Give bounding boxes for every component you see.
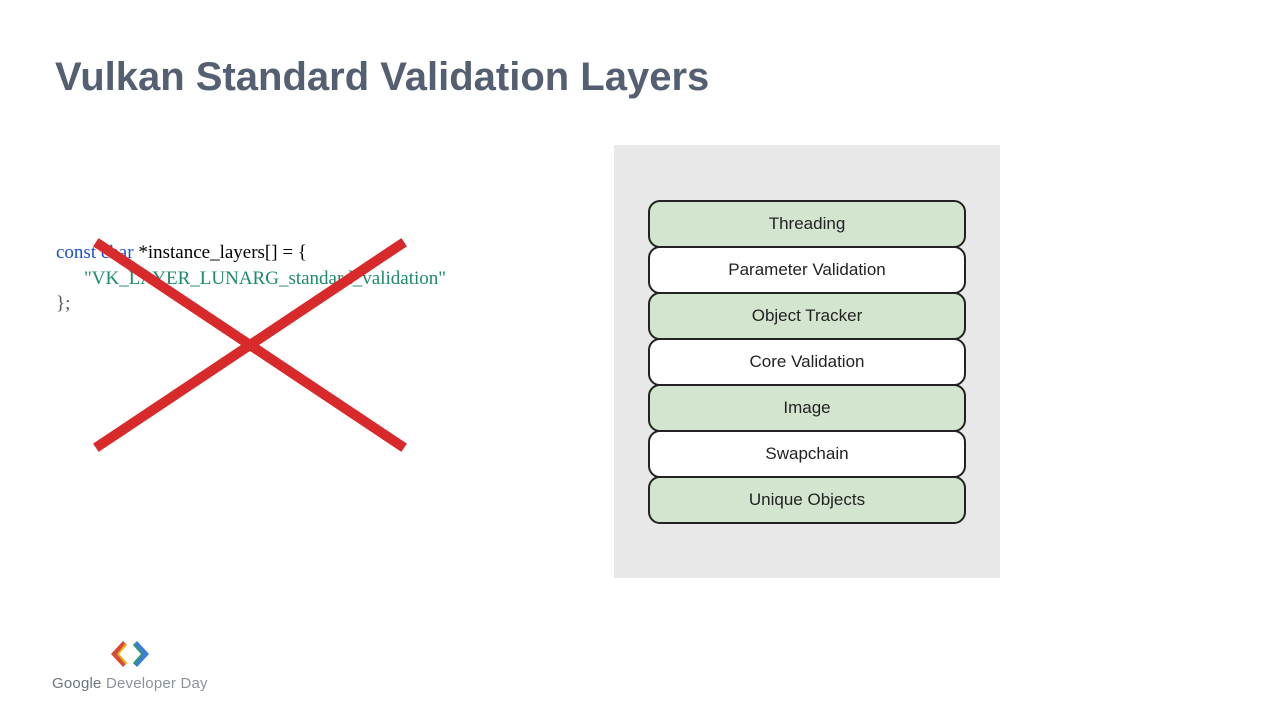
code-line-3: };: [56, 291, 506, 317]
code-snippet-block: const char *instance_layers[] = { "VK_LA…: [56, 240, 506, 317]
code-keyword: const char: [56, 242, 134, 263]
layer-item: Unique Objects: [648, 476, 966, 524]
layer-item: Image: [648, 384, 966, 432]
layers-panel: Threading Parameter Validation Object Tr…: [614, 145, 1000, 578]
layer-item: Parameter Validation: [648, 246, 966, 294]
layer-item: Core Validation: [648, 338, 966, 386]
footer-text: Google Developer Day: [52, 675, 208, 692]
layer-item: Swapchain: [648, 430, 966, 478]
footer-event: Developer Day: [102, 675, 208, 692]
layer-item: Threading: [648, 200, 966, 248]
footer-logo: Google Developer Day: [52, 637, 208, 692]
footer-brand: Google: [52, 675, 102, 692]
code-block: const char *instance_layers[] = { "VK_LA…: [56, 240, 506, 317]
layer-item: Object Tracker: [648, 292, 966, 340]
layer-stack: Threading Parameter Validation Object Tr…: [648, 200, 966, 524]
code-line-1: const char *instance_layers[] = {: [56, 240, 506, 266]
code-string-literal: "VK_LAYER_LUNARG_standard_validation": [84, 268, 446, 289]
code-declaration: *instance_layers[] = {: [134, 242, 307, 263]
code-line-2: "VK_LAYER_LUNARG_standard_validation": [56, 266, 506, 292]
developer-logo-icon: [105, 637, 155, 671]
slide-title: Vulkan Standard Validation Layers: [55, 55, 709, 100]
code-close: };: [56, 293, 70, 314]
